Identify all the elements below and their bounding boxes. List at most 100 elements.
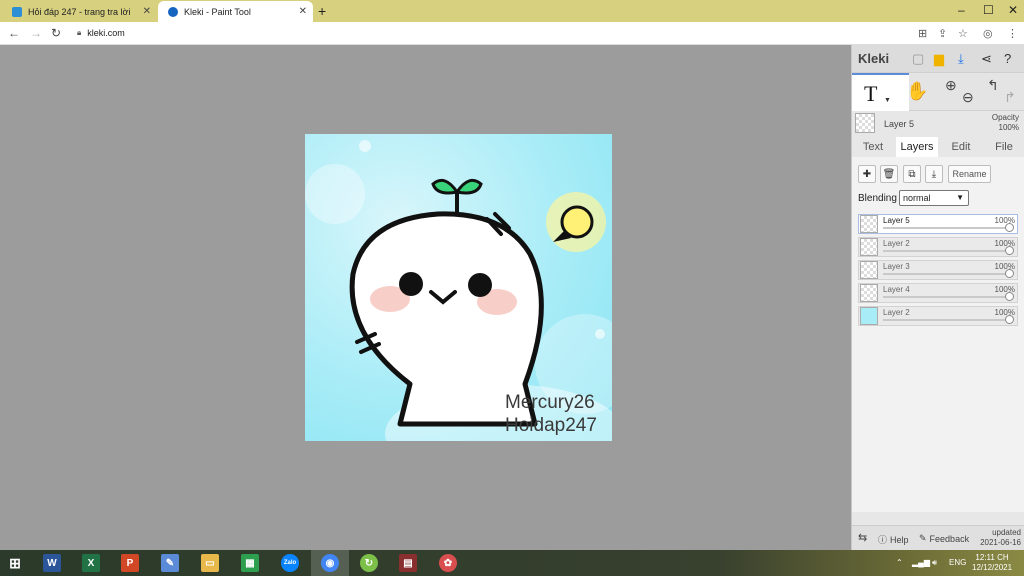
panel-tabs: Text Layers Edit File [852, 137, 1024, 157]
duplicate-layer-icon[interactable]: ⧉ [903, 165, 921, 183]
zalo-icon[interactable]: Zalo [281, 554, 299, 572]
slider-knob[interactable] [1005, 292, 1014, 301]
opacity-label: Opacity [991, 113, 1019, 122]
layer-row[interactable]: Layer 5 100% [858, 214, 1018, 234]
tab-hoidap[interactable]: Hỏi đáp 247 - trang tra lời ✕ [2, 1, 157, 22]
tab-close-icon[interactable]: ✕ [299, 6, 307, 17]
reload-icon[interactable]: ↻ [51, 26, 61, 40]
maximize-button[interactable]: ☐ [983, 3, 994, 17]
layer-row[interactable]: Layer 2 100% [858, 306, 1018, 326]
text-tool-button[interactable]: T ▼ [852, 73, 909, 111]
chrome-icon[interactable]: ◉ [321, 554, 339, 572]
url-field[interactable]: 🔒︎ kleki.com [77, 28, 125, 38]
opacity-readout[interactable]: Opacity 100% [992, 113, 1019, 133]
close-window-button[interactable]: ✕ [1008, 3, 1018, 17]
blending-value: normal [903, 193, 931, 203]
blending-label: Blending [858, 193, 897, 204]
powerpoint-icon[interactable]: P [121, 554, 139, 572]
app-icon[interactable]: ✿ [439, 554, 457, 572]
translate-icon[interactable]: ⊞ [918, 27, 927, 40]
layer-opacity-slider[interactable] [883, 292, 1014, 301]
tab-kleki[interactable]: Kleki - Paint Tool ✕ [158, 1, 313, 22]
undo-icon[interactable]: ↰ [987, 77, 999, 94]
merge-down-icon[interactable]: ⤓ [925, 165, 943, 183]
tab-close-icon[interactable]: ✕ [143, 6, 151, 17]
layer-opacity-slider[interactable] [883, 246, 1014, 255]
language-indicator[interactable]: ENG [949, 558, 966, 567]
layer-opacity-slider[interactable] [883, 269, 1014, 278]
zoom-in-icon[interactable]: ⊕ [945, 77, 957, 94]
slider-knob[interactable] [1005, 246, 1014, 255]
minimize-button[interactable]: – [958, 3, 965, 17]
layers-panel: ✚ 🗑︎ ⧉ ⤓ Rename Blending normal ▼ Layer … [852, 157, 1024, 512]
tab-edit[interactable]: Edit [940, 137, 982, 157]
tray-arrow-icon[interactable]: ⌃ [896, 558, 903, 567]
kleki-favicon-icon [168, 6, 178, 17]
layer-opacity-slider[interactable] [883, 315, 1014, 324]
layer-thumbnail [860, 261, 878, 279]
swap-side-icon[interactable]: ⇆ [858, 531, 867, 544]
back-arrow-icon[interactable]: ← [8, 26, 20, 40]
tool-row: T ▼ ✋ ⊕ ⊖ ↰ ↱ [852, 73, 1024, 111]
redo-icon[interactable]: ↱ [1004, 89, 1016, 106]
menu-dots-icon[interactable]: ⋮ [1007, 27, 1018, 40]
layer-thumbnail [860, 215, 878, 233]
current-layer-name: Layer 5 [884, 119, 915, 129]
layer-name: Layer 2 [883, 239, 910, 248]
new-tab-button[interactable]: + [318, 3, 326, 19]
updated-info: updated 2021-06-16 [980, 528, 1021, 548]
winrar-icon[interactable]: ▤ [399, 554, 417, 572]
word-icon[interactable]: W [43, 554, 61, 572]
share-icon[interactable]: ⋖ [981, 51, 992, 67]
layer-thumbnail [860, 284, 878, 302]
lock-icon: 🔒︎ [77, 28, 82, 37]
blending-select[interactable]: normal ▼ [899, 190, 969, 206]
app-icon[interactable]: ↻ [360, 554, 378, 572]
windows-taskbar: ⊞ W X P ✎ ▭ ▦ Zalo ◉ ↻ ▤ ✿ ⌃ ▂▄▆ 🔊︎ ENG … [0, 550, 1024, 576]
open-folder-icon[interactable]: ▆ [934, 51, 944, 67]
new-image-icon[interactable]: ▢ [912, 51, 924, 67]
slider-knob[interactable] [1005, 269, 1014, 278]
feedback-link[interactable]: ✎ Feedback [919, 533, 969, 544]
add-layer-icon[interactable]: ✚ [858, 165, 876, 183]
delete-layer-icon[interactable]: 🗑︎ [880, 165, 898, 183]
layer-row[interactable]: Layer 3 100% [858, 260, 1018, 280]
text-tool-icon: T [864, 81, 878, 106]
volume-icon[interactable]: 🔊︎ [932, 558, 937, 568]
slider-knob[interactable] [1005, 223, 1014, 232]
bookmark-star-icon[interactable]: ☆ [958, 27, 968, 40]
forward-arrow-icon[interactable]: → [30, 26, 42, 40]
tab-title: Hỏi đáp 247 - trang tra lời [28, 6, 131, 17]
chevron-down-icon[interactable]: ▼ [884, 97, 891, 104]
excel-icon[interactable]: X [82, 554, 100, 572]
help-link[interactable]: ⓘ Help [878, 533, 909, 546]
download-icon[interactable]: ⤓ [958, 51, 964, 67]
clock[interactable]: 12:11 CH 12/12/2021 [972, 553, 1012, 573]
layer-row[interactable]: Layer 4 100% [858, 283, 1018, 303]
current-layer-thumbnail [855, 113, 875, 133]
rename-button[interactable]: Rename [948, 165, 991, 183]
tab-layers[interactable]: Layers [896, 137, 938, 157]
watermark-line-1: Mercury26 [505, 392, 595, 413]
network-icon[interactable]: ▂▄▆ [912, 558, 930, 567]
tab-text[interactable]: Text [852, 137, 894, 157]
panel-header: Kleki ▢ ▆ ⤓ ⋖ ? [852, 45, 1024, 73]
share-icon[interactable]: ⇪ [938, 27, 947, 40]
layer-opacity-slider[interactable] [883, 223, 1014, 232]
help-icon[interactable]: ? [1004, 51, 1011, 66]
opacity-value: 100% [998, 123, 1019, 132]
profile-icon[interactable]: ◎ [983, 27, 993, 40]
file-explorer-icon[interactable]: ▭ [201, 554, 219, 572]
hand-tool-icon[interactable]: ✋ [906, 81, 928, 102]
layer-row[interactable]: Layer 2 100% [858, 237, 1018, 257]
drawing-canvas[interactable]: Mercury26 Hoidap247 [305, 134, 612, 441]
address-bar: ← → ↻ 🔒︎ kleki.com ⊞ ⇪ ☆ ◎ ⋮ [0, 22, 1024, 45]
clock-date: 12/12/2021 [972, 563, 1013, 572]
zoom-out-icon[interactable]: ⊖ [962, 89, 974, 106]
slider-knob[interactable] [1005, 315, 1014, 324]
paint-icon[interactable]: ✎ [161, 554, 179, 572]
canvas-workspace[interactable]: Mercury26 Hoidap247 [0, 45, 851, 550]
tab-file[interactable]: File [983, 137, 1024, 157]
windows-start-icon[interactable]: ⊞ [6, 554, 24, 572]
store-icon[interactable]: ▦ [241, 554, 259, 572]
